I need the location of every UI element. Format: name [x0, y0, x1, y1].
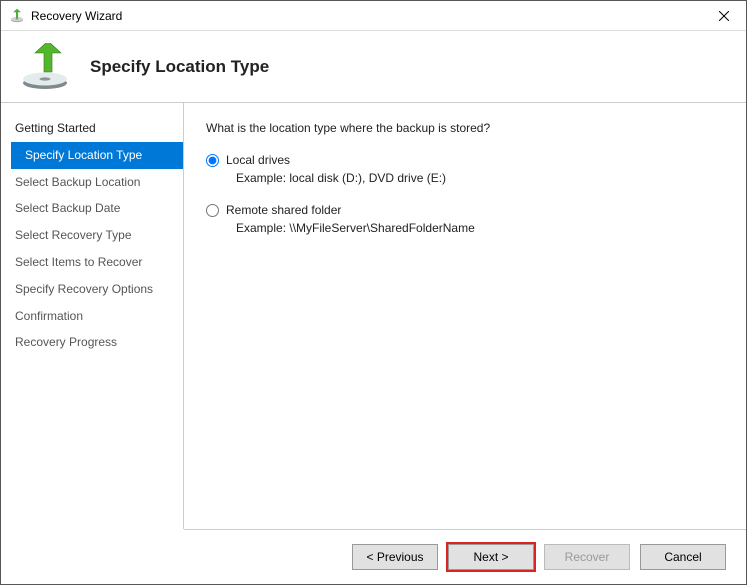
option-label: Remote shared folder	[226, 203, 341, 217]
option-row-local-drives[interactable]: Local drives	[206, 153, 724, 167]
sidebar-item-select-recovery-type[interactable]: Select Recovery Type	[1, 222, 183, 249]
wizard-steps-sidebar: Getting Started Specify Location Type Se…	[1, 103, 184, 529]
option-example-local: Example: local disk (D:), DVD drive (E:)	[236, 171, 724, 185]
sidebar-item-label: Confirmation	[15, 309, 83, 323]
radio-local-drives[interactable]	[206, 154, 219, 167]
window-title: Recovery Wizard	[31, 9, 701, 23]
sidebar-item-label: Recovery Progress	[15, 335, 117, 349]
sidebar-item-label: Select Backup Location	[15, 175, 140, 189]
option-remote-shared-folder: Remote shared folder Example: \\MyFileSe…	[206, 203, 724, 235]
wizard-body: Getting Started Specify Location Type Se…	[1, 103, 746, 529]
sidebar-item-label: Select Backup Date	[15, 201, 120, 215]
option-label: Local drives	[226, 153, 290, 167]
recover-button[interactable]: Recover	[544, 544, 630, 570]
option-local-drives: Local drives Example: local disk (D:), D…	[206, 153, 724, 185]
option-example-remote: Example: \\MyFileServer\SharedFolderName	[236, 221, 724, 235]
recovery-wizard-icon	[9, 8, 25, 24]
sidebar-item-select-items-to-recover[interactable]: Select Items to Recover	[1, 249, 183, 276]
radio-remote-shared-folder[interactable]	[206, 204, 219, 217]
sidebar-item-label: Select Recovery Type	[15, 228, 132, 242]
wizard-content: What is the location type where the back…	[184, 103, 746, 529]
sidebar-item-getting-started[interactable]: Getting Started	[1, 115, 183, 142]
sidebar-item-confirmation[interactable]: Confirmation	[1, 303, 183, 330]
titlebar: Recovery Wizard	[1, 1, 746, 31]
previous-button[interactable]: < Previous	[352, 544, 438, 570]
sidebar-item-select-backup-location[interactable]: Select Backup Location	[1, 169, 183, 196]
sidebar-item-label: Specify Location Type	[25, 148, 142, 162]
cancel-button[interactable]: Cancel	[640, 544, 726, 570]
page-title: Specify Location Type	[90, 57, 269, 77]
recovery-header-icon	[19, 43, 74, 91]
content-prompt: What is the location type where the back…	[206, 121, 724, 135]
sidebar-item-recovery-progress[interactable]: Recovery Progress	[1, 329, 183, 356]
sidebar-item-specify-recovery-options[interactable]: Specify Recovery Options	[1, 276, 183, 303]
close-button[interactable]	[701, 1, 746, 31]
sidebar-item-label: Specify Recovery Options	[15, 282, 153, 296]
sidebar-item-specify-location-type[interactable]: Specify Location Type	[11, 142, 183, 169]
sidebar-item-label: Getting Started	[15, 121, 96, 135]
next-button[interactable]: Next >	[448, 544, 534, 570]
option-row-remote-shared[interactable]: Remote shared folder	[206, 203, 724, 217]
sidebar-item-select-backup-date[interactable]: Select Backup Date	[1, 195, 183, 222]
sidebar-item-label: Select Items to Recover	[15, 255, 142, 269]
wizard-header: Specify Location Type	[1, 31, 746, 103]
wizard-footer: < Previous Next > Recover Cancel	[184, 529, 746, 584]
